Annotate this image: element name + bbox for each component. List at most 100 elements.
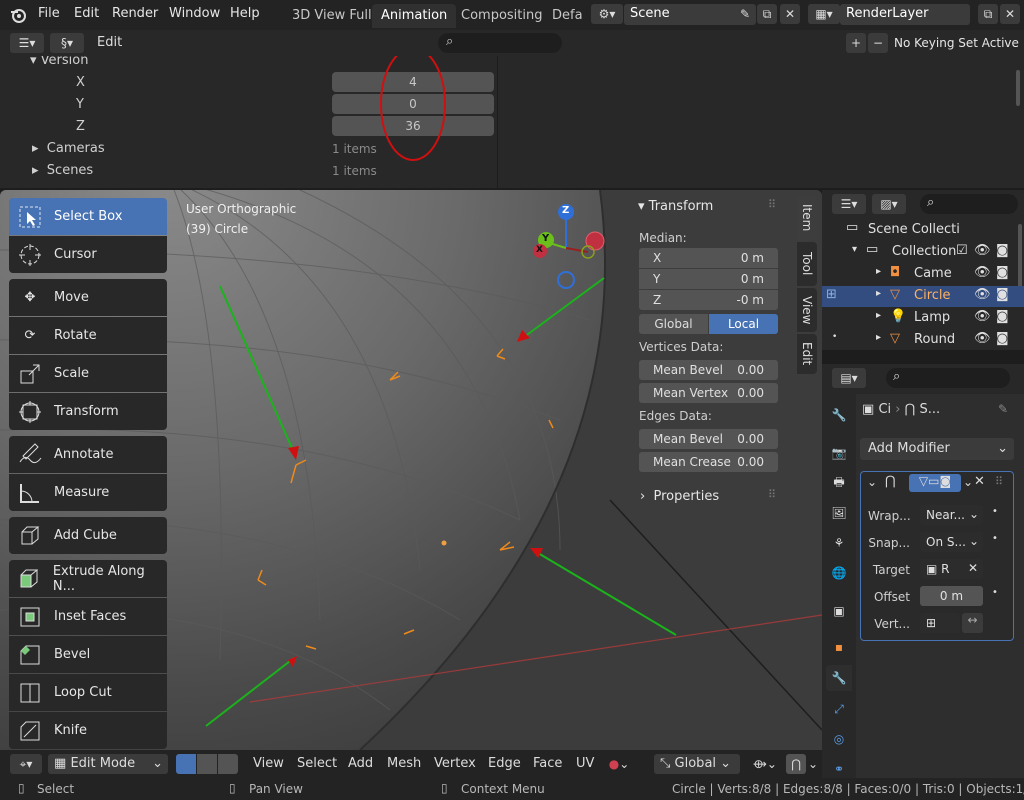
- tool-measure[interactable]: Measure: [9, 474, 167, 511]
- outliner-row-round[interactable]: • ▸ ▽ Round 👁 ◙: [822, 330, 1024, 351]
- modifier-properties-tab-icon[interactable]: 🔧: [826, 665, 852, 691]
- outliner-row-scene-collection[interactable]: ▭ Scene Collecti: [822, 220, 1024, 241]
- tab-3d-view-full[interactable]: 3D View Full: [283, 4, 381, 28]
- eye-icon[interactable]: 👁: [974, 331, 991, 346]
- transform-orientation-dropdown[interactable]: ⤡ Global ⌄: [654, 754, 740, 774]
- editor-type-icon[interactable]: ⌖▾: [10, 754, 42, 774]
- clear-icon[interactable]: ✕: [968, 561, 978, 575]
- menu-help[interactable]: Help: [230, 6, 260, 21]
- delete-scene-icon[interactable]: ✕: [780, 4, 800, 24]
- new-render-layer-icon[interactable]: ⧉: [978, 4, 998, 24]
- snap-toggle-icon[interactable]: ⋂: [786, 754, 806, 774]
- tool-loop-cut[interactable]: Loop Cut: [9, 674, 167, 711]
- edit-menu[interactable]: Edit: [97, 35, 122, 50]
- invert-arrow-icon[interactable]: ↔: [962, 613, 983, 633]
- sidebar-tab-item[interactable]: Item: [797, 196, 817, 240]
- expand-arrow-icon[interactable]: ▾: [852, 244, 857, 255]
- keyframe-dot-icon[interactable]: •: [992, 506, 998, 517]
- menu-edit[interactable]: Edit: [74, 6, 99, 21]
- tool-properties-tab-icon[interactable]: 🔧: [826, 402, 852, 428]
- modifier-visibility-toggles[interactable]: ▽▭◙: [909, 474, 961, 492]
- mode-selector[interactable]: ▦ Edit Mode ⌄: [48, 754, 168, 774]
- tool-scale[interactable]: Scale: [9, 355, 167, 392]
- particles-tab-icon[interactable]: ⤢: [826, 696, 852, 722]
- edge-select-icon[interactable]: [197, 754, 217, 774]
- scene-selector-icon[interactable]: ⚙▾: [591, 4, 623, 24]
- tab-default[interactable]: Defa: [543, 4, 592, 28]
- mean-vertex-field[interactable]: Mean Vertex 0.00: [639, 383, 778, 403]
- camera-render-icon[interactable]: ◙: [996, 287, 1009, 302]
- expand-arrow-icon[interactable]: ▸: [876, 266, 881, 277]
- menu-select[interactable]: Select: [297, 756, 337, 771]
- display-mode-icon[interactable]: §▾: [50, 33, 84, 53]
- expand-arrow-icon[interactable]: ▸: [876, 310, 881, 321]
- display-mode-icon[interactable]: ▨▾: [872, 194, 906, 214]
- close-icon[interactable]: ✕: [974, 474, 985, 489]
- dropdown-arrow-icon[interactable]: ⌄: [963, 475, 973, 489]
- target-field[interactable]: ▣ R ✕: [920, 559, 983, 579]
- scene-properties-tab-icon[interactable]: ⚘: [826, 530, 852, 556]
- median-y-field[interactable]: Y0 m: [639, 269, 778, 289]
- mean-crease-field[interactable]: Mean Crease 0.00: [639, 452, 778, 472]
- editor-type-icon[interactable]: ☰▾: [832, 194, 866, 214]
- offset-field[interactable]: 0 m: [920, 586, 983, 606]
- eye-icon[interactable]: 👁: [974, 287, 991, 302]
- outliner-search-input[interactable]: ⌕: [920, 194, 1018, 214]
- menu-render[interactable]: Render: [112, 6, 158, 21]
- tool-transform[interactable]: Transform: [9, 393, 167, 430]
- delete-render-layer-icon[interactable]: ✕: [1000, 4, 1020, 24]
- global-toggle[interactable]: Global: [639, 314, 708, 334]
- properties-search-input[interactable]: ⌕: [886, 368, 1010, 388]
- editor-type-icon[interactable]: ☰▾: [10, 33, 44, 53]
- remove-keying-set-icon[interactable]: −: [868, 33, 888, 53]
- pivot-point-icon[interactable]: ⟴⌄: [748, 754, 782, 774]
- eye-icon[interactable]: 👁: [974, 309, 991, 324]
- output-properties-tab-icon[interactable]: 🖶: [826, 470, 852, 496]
- navigation-gizmo[interactable]: Z Y X: [526, 200, 612, 290]
- tool-cursor[interactable]: Cursor: [9, 236, 167, 273]
- blender-logo-icon[interactable]: [9, 6, 27, 24]
- camera-render-icon[interactable]: ◙: [996, 331, 1009, 346]
- tool-extrude-along-normals[interactable]: Extrude Along N...: [9, 560, 167, 597]
- wrap-method-dropdown[interactable]: Near... ⌄: [920, 505, 983, 525]
- pin-icon[interactable]: ✎: [735, 4, 755, 24]
- median-z-field[interactable]: Z -0 m: [639, 290, 778, 310]
- tool-move[interactable]: ✥ Move: [9, 279, 167, 316]
- outliner-row-lamp[interactable]: ▸ 💡 Lamp 👁 ◙: [822, 308, 1024, 329]
- world-properties-tab-icon[interactable]: 🌐: [826, 560, 852, 586]
- camera-render-icon[interactable]: ◙: [996, 309, 1009, 324]
- outliner-row-collection[interactable]: ▾ ▭ Collection ☑ 👁 ◙: [822, 242, 1024, 263]
- sidebar-tab-tool[interactable]: Tool: [797, 242, 817, 286]
- keyframe-dot-icon[interactable]: •: [992, 587, 998, 598]
- add-keying-set-icon[interactable]: +: [846, 33, 866, 53]
- checkbox-icon[interactable]: ☑: [956, 243, 968, 258]
- tool-rotate[interactable]: ⟳ Rotate: [9, 317, 167, 354]
- vertex-mean-bevel-field[interactable]: Mean Bevel 0.00: [639, 360, 778, 380]
- uv-sync-icon[interactable]: ● ⌄: [602, 754, 636, 774]
- collapse-arrow-icon[interactable]: ⌄: [867, 475, 877, 489]
- tab-compositing[interactable]: Compositing: [452, 4, 552, 28]
- camera-render-icon[interactable]: ◙: [996, 243, 1009, 258]
- outliner-search-input[interactable]: ⌕: [438, 33, 562, 53]
- object-properties-tab-icon[interactable]: ▪: [826, 634, 852, 660]
- tab-animation[interactable]: Animation: [372, 4, 457, 28]
- vertex-group-field[interactable]: ⊞: [920, 613, 960, 633]
- add-modifier-button[interactable]: Add Modifier ⌄: [860, 438, 1014, 460]
- render-properties-tab-icon[interactable]: 📷: [826, 440, 852, 466]
- menu-uv[interactable]: UV: [576, 756, 594, 771]
- menu-face[interactable]: Face: [533, 756, 562, 771]
- menu-mesh[interactable]: Mesh: [387, 756, 421, 771]
- drag-handle-icon[interactable]: ⠿: [768, 198, 776, 211]
- tool-add-cube[interactable]: Add Cube: [9, 517, 167, 554]
- menu-vertex[interactable]: Vertex: [434, 756, 476, 771]
- view-layer-tab-icon[interactable]: 🖼: [826, 500, 852, 526]
- drag-handle-icon[interactable]: ⠿: [768, 488, 776, 501]
- new-scene-icon[interactable]: ⧉: [757, 4, 777, 24]
- collection-properties-tab-icon[interactable]: ▣: [826, 598, 852, 624]
- editor-type-icon[interactable]: ▤▾: [832, 368, 866, 388]
- edge-mean-bevel-field[interactable]: Mean Bevel 0.00: [639, 429, 778, 449]
- eye-icon[interactable]: 👁: [974, 265, 991, 280]
- tool-select-box[interactable]: Select Box: [9, 198, 167, 235]
- physics-tab-icon[interactable]: ◎: [826, 726, 852, 752]
- render-layer-selector-icon[interactable]: ▦▾: [808, 4, 840, 24]
